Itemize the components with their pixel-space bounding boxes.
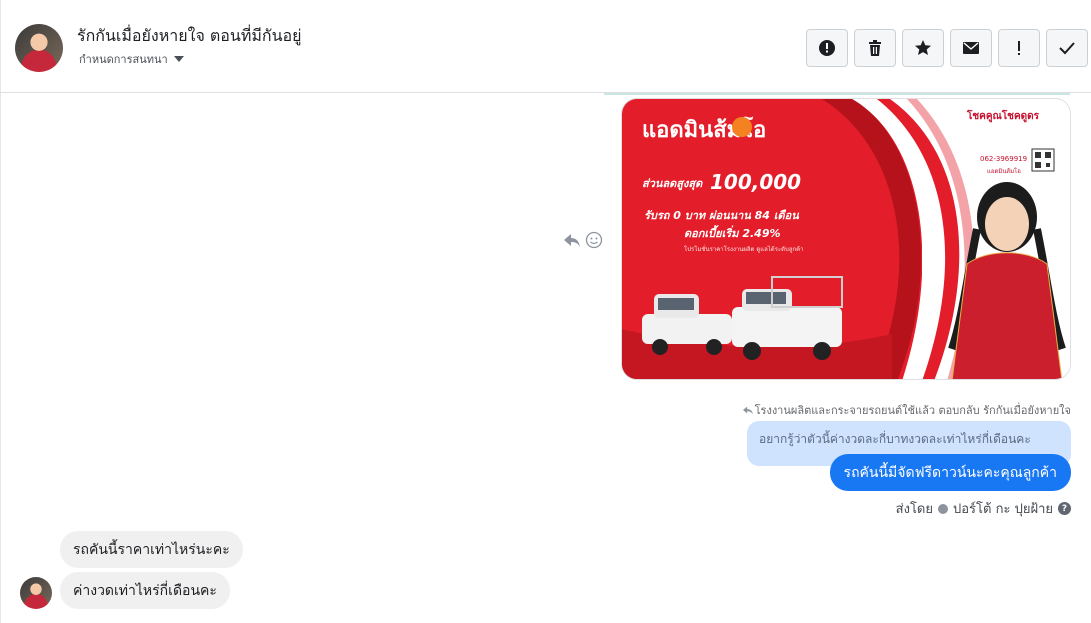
conversation-header: รักกันเมื่อยังหายใจ ตอนที่มีกันอยู่ กำหน… xyxy=(0,0,1091,93)
sent-by-prefix: ส่งโดย xyxy=(895,502,933,517)
mark-unread-button[interactable] xyxy=(950,29,992,67)
reply-note-text: โรงงานผลิตและกระจายรถยนต์ใช้แล้ว ตอบกลับ… xyxy=(754,404,1071,417)
orange-icon xyxy=(732,117,752,137)
outgoing-message[interactable]: รถคันนี้มีจัดฟรีดาวน์นะคะคุณลูกค้า xyxy=(829,454,1071,491)
message-actions xyxy=(563,231,603,249)
ad-discount-label: ส่วนลดสูงสุด xyxy=(642,177,703,191)
ad-phone: 062-3969919 xyxy=(980,155,1027,163)
divider xyxy=(604,93,1070,95)
reply-icon[interactable] xyxy=(563,231,581,249)
delete-button[interactable] xyxy=(854,29,896,67)
ad-small-note: โปรโมชั่นราคาโรงงานผลิต ดูแลได้ระดับลูกค… xyxy=(684,245,804,253)
conversation-title[interactable]: รักกันเมื่อยังหายใจ ตอนที่มีกันอยู่ xyxy=(77,24,302,49)
envelope-icon xyxy=(963,42,979,54)
header-actions xyxy=(806,29,1088,67)
ad-right-name: แอดมินส้มโอ xyxy=(987,167,1021,175)
alert-circle-icon xyxy=(819,40,835,56)
chevron-down-icon xyxy=(173,56,184,62)
image-attachment[interactable]: แอดมินส้มโอ ส่วนลดสูงสุด 100,000 รับรถ 0… xyxy=(621,98,1071,380)
star-icon xyxy=(915,40,931,55)
reply-arrow-icon xyxy=(742,406,753,415)
ad-line-2: ดอกเบี้ยเริ่ม 2.49% xyxy=(684,225,781,240)
trash-icon xyxy=(869,40,881,56)
exclamation-icon xyxy=(1018,41,1020,55)
incoming-message[interactable]: ค่างวดเท่าไหร่กี่เดือนคะ xyxy=(60,572,230,609)
avatar[interactable] xyxy=(15,24,63,72)
ad-line-1: รับรถ 0 บาท ผ่อนนาน 84 เดือน xyxy=(644,209,799,222)
status-dot-icon xyxy=(938,503,948,514)
mark-done-button[interactable] xyxy=(1046,29,1088,67)
ad-right-title: โชคคูณโชคดูดร xyxy=(966,109,1040,123)
conversation-settings-label: กำหนดการสนทนา xyxy=(79,53,168,66)
sent-by: ส่งโดย ปอร์โต้ กะ ปุยฝ้าย ? xyxy=(896,498,1071,519)
star-button[interactable] xyxy=(902,29,944,67)
follow-up-button[interactable] xyxy=(998,29,1040,67)
incoming-message[interactable]: รถคันนี้ราคาเท่าไหร่นะคะ xyxy=(60,531,243,568)
emoji-icon[interactable] xyxy=(585,231,603,249)
report-button[interactable] xyxy=(806,29,848,67)
check-icon xyxy=(1059,42,1075,55)
reply-note: โรงงานผลิตและกระจายรถยนต์ใช้แล้ว ตอบกลับ… xyxy=(742,401,1071,419)
conversation-settings-dropdown[interactable]: กำหนดการสนทนา xyxy=(79,50,184,68)
divider xyxy=(0,93,1,623)
help-icon[interactable]: ? xyxy=(1058,502,1071,515)
avatar[interactable] xyxy=(20,577,52,609)
ad-discount-value: 100,000 xyxy=(710,170,801,194)
sent-by-name[interactable]: ปอร์โต้ กะ ปุยฝ้าย xyxy=(953,498,1053,519)
